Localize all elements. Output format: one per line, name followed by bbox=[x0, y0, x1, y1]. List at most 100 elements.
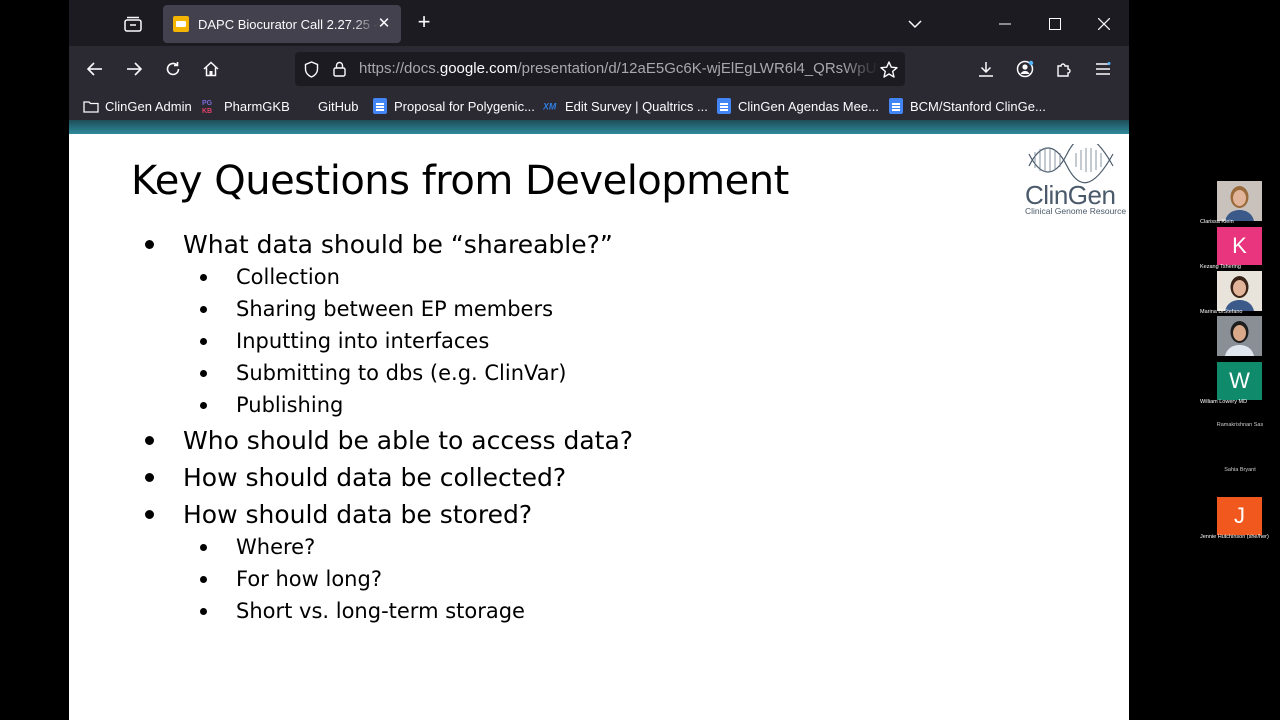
bullet-dot bbox=[200, 305, 207, 313]
url-bar[interactable]: https://docs.google.com/presentation/d/1… bbox=[295, 52, 905, 86]
forward-arrow-icon[interactable] bbox=[122, 57, 146, 81]
sub-bullet-item: Inputting into interfaces bbox=[200, 329, 490, 353]
bullet-text: Short vs. long-term storage bbox=[236, 599, 525, 623]
participant-name: Sahia Bryant bbox=[1224, 467, 1256, 473]
participant-strip: Clarissa Klein K Kezang Tshering Marina DiS… bbox=[1200, 180, 1280, 540]
bullet-text: Who should be able to access data? bbox=[183, 426, 634, 455]
participant-tile[interactable]: Clarissa Klein bbox=[1200, 180, 1280, 225]
close-window-icon[interactable] bbox=[1092, 12, 1116, 36]
participant-name: Ramakrishnan Sas bbox=[1216, 422, 1264, 428]
bullet-dot bbox=[200, 575, 207, 583]
folder-icon bbox=[83, 98, 99, 114]
participant-tile[interactable]: Ramakrishnan Sas bbox=[1200, 405, 1280, 450]
participant-tile[interactable]: W William Lowery MD bbox=[1200, 360, 1280, 405]
tab-active[interactable]: DAPC Biocurator Call 2.27.25 - Google Sl… bbox=[163, 5, 401, 43]
sub-bullet-item: Collection bbox=[200, 265, 340, 289]
bullet-item: Who should be able to access data? bbox=[145, 426, 634, 455]
back-arrow-icon[interactable] bbox=[83, 57, 107, 81]
bookmark-proposal[interactable]: Proposal for Polygenic... bbox=[372, 97, 535, 115]
maximize-icon[interactable] bbox=[1043, 12, 1067, 36]
bullet-text: What data should be “shareable?” bbox=[183, 230, 613, 259]
lock-icon[interactable] bbox=[327, 57, 351, 81]
bookmark-star-icon[interactable] bbox=[877, 57, 901, 81]
qualtrics-icon: XM bbox=[543, 98, 559, 114]
chevron-down-icon[interactable] bbox=[903, 12, 927, 36]
tab-title: DAPC Biocurator Call 2.27.25 - Google Sl… bbox=[198, 16, 378, 32]
bullet-dot bbox=[200, 543, 207, 551]
participant-video bbox=[1217, 181, 1262, 221]
bookmark-github[interactable]: GitHub bbox=[296, 97, 358, 115]
clingen-logo: ClinGen Clinical Genome Resource bbox=[1021, 136, 1126, 216]
bullet-text: Inputting into interfaces bbox=[236, 329, 490, 353]
svg-text:XM: XM bbox=[543, 102, 557, 112]
bullet-text: Submitting to dbs (e.g. ClinVar) bbox=[236, 361, 567, 385]
github-icon bbox=[296, 98, 312, 114]
bullet-dot bbox=[200, 369, 207, 377]
bookmark-label: ClinGen Agendas Mee... bbox=[738, 98, 879, 114]
participant-name: Jennie Hutchinson (she/her) bbox=[1200, 534, 1269, 540]
sub-bullet-item: Where? bbox=[200, 535, 316, 559]
bullet-text: How should data be collected? bbox=[183, 463, 567, 492]
participant-tile[interactable]: Sahia Bryant bbox=[1200, 450, 1280, 495]
bullet-text: Collection bbox=[236, 265, 340, 289]
participant-tile[interactable] bbox=[1200, 315, 1280, 360]
bullet-dot bbox=[145, 240, 154, 249]
account-icon[interactable] bbox=[1013, 57, 1037, 81]
tab-list-icon[interactable] bbox=[121, 12, 145, 36]
minimize-icon[interactable] bbox=[993, 12, 1017, 36]
dna-helix-icon bbox=[1028, 136, 1114, 184]
bullet-item: How should data be stored? bbox=[145, 500, 533, 529]
bullet-dot bbox=[200, 401, 207, 409]
participant-tile[interactable]: J Jennie Hutchinson (she/her) bbox=[1200, 495, 1280, 540]
bookmark-pharmgkb[interactable]: PG KB PharmGKB bbox=[202, 97, 290, 115]
bullet-text: Sharing between EP members bbox=[236, 297, 554, 321]
bullet-dot bbox=[200, 607, 207, 615]
tab-bar: DAPC Biocurator Call 2.27.25 - Google Sl… bbox=[69, 0, 1129, 46]
bullet-dot bbox=[145, 510, 154, 519]
reload-icon[interactable] bbox=[161, 57, 185, 81]
sub-bullet-item: Sharing between EP members bbox=[200, 297, 554, 321]
close-tab-icon[interactable]: ✕ bbox=[375, 15, 393, 33]
pgkb-icon: PG KB bbox=[202, 98, 218, 114]
url-host: https://docs. bbox=[359, 60, 440, 77]
menu-icon[interactable] bbox=[1091, 57, 1115, 81]
bullet-dot bbox=[200, 273, 207, 281]
bullet-dot bbox=[145, 473, 154, 482]
bullet-text: How should data be stored? bbox=[183, 500, 533, 529]
bullet-dot bbox=[200, 337, 207, 345]
bookmark-bcm-stanford[interactable]: BCM/Stanford ClinGe... bbox=[888, 97, 1046, 115]
bookmark-qualtrics[interactable]: XM Edit Survey | Qualtrics ... bbox=[543, 97, 708, 115]
url-text[interactable]: https://docs.google.com/presentation/d/1… bbox=[359, 60, 879, 77]
bookmark-label: BCM/Stanford ClinGe... bbox=[910, 98, 1046, 114]
slide-title: Key Questions from Development bbox=[131, 158, 789, 204]
home-icon[interactable] bbox=[199, 57, 223, 81]
bookmark-label: Edit Survey | Qualtrics ... bbox=[565, 98, 708, 114]
new-tab-button[interactable]: + bbox=[412, 11, 436, 35]
bookmark-label: PharmGKB bbox=[224, 98, 290, 114]
extensions-icon[interactable] bbox=[1052, 57, 1076, 81]
slides-favicon-icon bbox=[173, 16, 189, 32]
bookmark-label: Proposal for Polygenic... bbox=[394, 98, 535, 114]
bookmark-clingen-agendas[interactable]: ClinGen Agendas Mee... bbox=[716, 97, 879, 115]
downloads-icon[interactable] bbox=[974, 57, 998, 81]
bullet-item: What data should be “shareable?” bbox=[145, 230, 613, 259]
shield-icon[interactable] bbox=[299, 57, 323, 81]
doc-icon bbox=[888, 98, 904, 114]
svg-text:PG: PG bbox=[202, 100, 213, 107]
participant-avatar: K bbox=[1217, 227, 1262, 265]
participant-tile[interactable]: Marina DiStefano bbox=[1200, 270, 1280, 315]
bullet-text: Where? bbox=[236, 535, 316, 559]
slide-header-band bbox=[69, 120, 1129, 134]
participant-avatar: J bbox=[1217, 497, 1262, 535]
bookmark-label: ClinGen Admin bbox=[105, 98, 192, 114]
sub-bullet-item: Short vs. long-term storage bbox=[200, 599, 525, 623]
bookmark-clingen-admin[interactable]: ClinGen Admin bbox=[83, 97, 192, 115]
presentation-slide: Key Questions from Development ClinGen C… bbox=[69, 134, 1129, 720]
participant-tile[interactable]: K Kezang Tshering bbox=[1200, 225, 1280, 270]
doc-icon bbox=[716, 98, 732, 114]
sub-bullet-item: For how long? bbox=[200, 567, 382, 591]
bullet-text: For how long? bbox=[236, 567, 382, 591]
logo-subtitle: Clinical Genome Resource bbox=[1025, 206, 1127, 216]
url-path: /presentation/d/12aE5Gc6K-wjElEgLWR6l4_Q… bbox=[517, 60, 879, 77]
participant-video bbox=[1217, 316, 1262, 356]
